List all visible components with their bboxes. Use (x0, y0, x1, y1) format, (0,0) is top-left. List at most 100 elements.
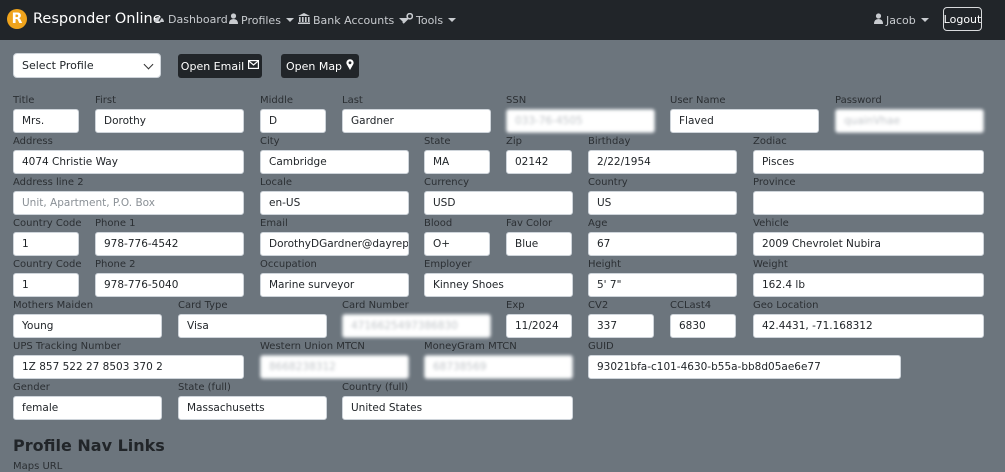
moneygram-field[interactable]: 68738569 (424, 355, 573, 379)
nav-profiles-label: Profiles (241, 13, 281, 27)
open-email-label: Open Email (180, 59, 245, 73)
state-label: State (424, 136, 451, 147)
username-field[interactable]: Flaved (670, 109, 819, 133)
map-marker-icon (346, 59, 354, 73)
country-full-label: Country (full) (342, 382, 409, 393)
age-field[interactable]: 67 (588, 232, 737, 256)
occupation-field[interactable]: Marine surveyor (260, 273, 409, 297)
cv2-label: CV2 (588, 300, 609, 311)
mothers-maiden-field[interactable]: Young (13, 314, 162, 338)
blood-label: Blood (424, 218, 453, 229)
zip-label: Zip (506, 136, 522, 147)
dashboard-icon (153, 13, 165, 26)
first-name-label: First (95, 95, 117, 106)
nav-profiles[interactable]: Profiles (229, 13, 294, 27)
fav-color-label: Fav Color (506, 218, 553, 229)
province-field[interactable] (753, 191, 984, 215)
nav-dashboard-label: Dashboard (168, 13, 228, 26)
country-field[interactable]: US (588, 191, 737, 215)
employer-field[interactable]: Kinney Shoes (424, 273, 573, 297)
address-line-2-field[interactable]: Unit, Apartment, P.O. Box (13, 191, 244, 215)
username-label: User Name (670, 95, 726, 106)
moneygram-label: MoneyGram MTCN (424, 341, 517, 352)
weight-field[interactable]: 162.4 lb (753, 273, 984, 297)
state-full-label: State (full) (178, 382, 231, 393)
employer-label: Employer (424, 259, 472, 270)
cv2-field[interactable]: 337 (588, 314, 654, 338)
nav-dashboard[interactable]: Dashboard (153, 13, 228, 26)
height-field[interactable]: 5' 7" (588, 273, 737, 297)
phone-2-field[interactable]: 978-776-5040 (95, 273, 244, 297)
user-menu[interactable]: Jacob (874, 13, 929, 27)
brand[interactable]: R Responder Online (7, 9, 162, 29)
middle-name-field[interactable]: D (260, 109, 326, 133)
state-full-field[interactable]: Massachusetts (178, 396, 327, 420)
zip-field[interactable]: 02142 (506, 150, 572, 174)
fav-color-field[interactable]: Blue (506, 232, 572, 256)
birthday-label: Birthday (588, 136, 631, 147)
address-label: Address (13, 136, 53, 147)
city-field[interactable]: Cambridge (260, 150, 409, 174)
title-label: Title (13, 95, 35, 106)
logout-button[interactable]: Logout (943, 7, 982, 31)
ups-tracking-field[interactable]: 1Z 857 522 27 8503 370 2 (13, 355, 244, 379)
address-field[interactable]: 4074 Christie Way (13, 150, 244, 174)
chevron-down-icon (285, 18, 294, 22)
age-label: Age (588, 218, 608, 229)
western-union-field[interactable]: 8668238312 (260, 355, 409, 379)
country-code-1-label: Country Code (13, 218, 82, 229)
select-profile-dropdown[interactable]: Select Profile (13, 53, 161, 78)
phone-2-label: Phone 2 (95, 259, 136, 270)
country-code-1-field[interactable]: 1 (13, 232, 79, 256)
phone-1-field[interactable]: 978-776-4542 (95, 232, 244, 256)
last-name-field[interactable]: Gardner (342, 109, 491, 133)
country-code-2-field[interactable]: 1 (13, 273, 79, 297)
card-type-field[interactable]: Visa (178, 314, 327, 338)
country-code-2-label: Country Code (13, 259, 82, 270)
gender-field[interactable]: female (13, 396, 162, 420)
city-label: City (260, 136, 280, 147)
email-field[interactable]: DorothyDGardner@dayrep.c (260, 232, 409, 256)
zodiac-label: Zodiac (753, 136, 787, 147)
blood-field[interactable]: O+ (424, 232, 490, 256)
wrench-icon (402, 12, 414, 27)
password-field[interactable]: quainVhae (835, 109, 984, 133)
brand-logo: R (7, 9, 27, 29)
nav-bank-accounts[interactable]: Bank Accounts (298, 13, 408, 27)
open-map-button[interactable]: Open Map (281, 54, 359, 78)
card-number-field[interactable]: 4716625497386830 (342, 314, 491, 338)
zodiac-field[interactable]: Pisces (753, 150, 984, 174)
country-full-field[interactable]: United States (342, 396, 573, 420)
bank-icon (298, 13, 310, 27)
user-icon (229, 13, 238, 27)
ssn-label: SSN (506, 95, 527, 106)
nav-bank-accounts-label: Bank Accounts (313, 13, 395, 27)
email-label: Email (260, 218, 288, 229)
user-name: Jacob (886, 13, 916, 27)
title-field[interactable]: Mrs. (13, 109, 79, 133)
first-name-field[interactable]: Dorothy (95, 109, 244, 133)
mothers-maiden-label: Mothers Maiden (13, 300, 94, 311)
cclast4-field[interactable]: 6830 (670, 314, 736, 338)
section-title: Profile Nav Links (13, 436, 165, 455)
cclast4-label: CCLast4 (670, 300, 712, 311)
vehicle-field[interactable]: 2009 Chevrolet Nubira (753, 232, 984, 256)
guid-field[interactable]: 93021bfa-c101-4630-b55a-bb8d05ae6e77 (588, 355, 901, 379)
geo-location-label: Geo Location (753, 300, 819, 311)
currency-field[interactable]: USD (424, 191, 573, 215)
nav-tools[interactable]: Tools (402, 12, 457, 27)
exp-field[interactable]: 11/2024 (506, 314, 572, 338)
ups-tracking-label: UPS Tracking Number (13, 341, 121, 352)
password-label: Password (835, 95, 882, 106)
birthday-field[interactable]: 2/22/1954 (588, 150, 737, 174)
guid-label: GUID (588, 341, 614, 352)
last-name-label: Last (342, 95, 363, 106)
middle-name-label: Middle (260, 95, 294, 106)
ssn-field[interactable]: 033-76-4505 (506, 109, 655, 133)
brand-name: Responder Online (33, 11, 162, 27)
currency-label: Currency (424, 177, 470, 188)
geo-location-field[interactable]: 42.4431, -71.168312 (753, 314, 984, 338)
locale-field[interactable]: en-US (260, 191, 409, 215)
state-field[interactable]: MA (424, 150, 490, 174)
open-email-button[interactable]: Open Email (178, 54, 262, 78)
